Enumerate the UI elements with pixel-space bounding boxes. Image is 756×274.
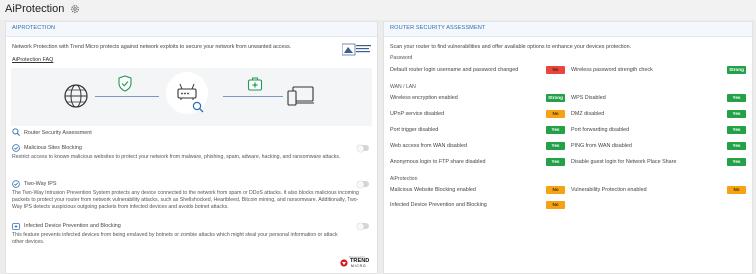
page-title: AiProtection (5, 3, 65, 15)
check-label: PING from WAN disabled (571, 143, 632, 149)
status-badge: No (546, 201, 565, 209)
section-title-aiprotection: AiProtection (390, 176, 418, 182)
shield-check-icon (12, 144, 20, 152)
section-title-password: Password (390, 55, 413, 61)
check-label: Malicious Website Blocking enabled (390, 187, 476, 193)
two-way-ips-toggle[interactable] (357, 180, 369, 188)
status-badge: Yes (546, 126, 565, 134)
status-badge: Yes (727, 94, 746, 102)
check-label: Disable guest login for Network Place Sh… (571, 159, 677, 165)
trend-micro-logo-icon (340, 259, 348, 267)
status-badge: Yes (727, 126, 746, 134)
feature-desc-two-way-ips: The Two-Way Intrusion Prevention System … (12, 190, 359, 210)
status-badge: No (727, 186, 746, 194)
check-label: Infected Device Prevention and Blocking (390, 202, 487, 208)
trend-micro-brand-sub: MICRO (351, 264, 367, 268)
infected-device-toggle[interactable] (357, 222, 369, 230)
status-badge: Yes (727, 142, 746, 150)
gear-icon[interactable] (70, 4, 80, 14)
medical-kit-icon (12, 223, 20, 230)
status-badge: Yes (546, 142, 565, 150)
aiprotection-header-text: AIPROTECTION (12, 25, 56, 31)
internet-globe-icon (64, 84, 88, 108)
status-badge: Strong (546, 94, 565, 102)
assessment-panel-header: ROUTER SECURITY ASSESSMENT (384, 22, 752, 37)
shield-check-icon (118, 75, 132, 92)
feature-desc-malicious-sites: Restrict access to known malicious websi… (12, 154, 341, 160)
check-label: Wireless encryption enabled (390, 95, 458, 101)
connection-line-left (95, 96, 159, 97)
status-badge: No (546, 186, 565, 194)
check-label: Anonymous login to FTP share disabled (390, 159, 486, 165)
aiprotection-faq-link[interactable]: AiProtection FAQ (12, 57, 53, 63)
search-icon (192, 101, 204, 113)
aiprotection-panel: AIPROTECTION Network Protection with Tre… (5, 21, 378, 274)
feature-title-infected-device: Infected Device Prevention and Blocking (24, 223, 121, 229)
router-security-assessment-panel: ROUTER SECURITY ASSESSMENT Scan your rou… (383, 21, 753, 274)
check-label: WPS Disabled (571, 95, 606, 101)
check-label: UPnP service disabled (390, 111, 445, 117)
check-label: Default router login username and passwo… (390, 67, 519, 73)
check-label: Wireless password strength check (571, 67, 653, 73)
status-badge: No (546, 66, 565, 74)
feature-title-malicious-sites: Malicious Sites Blocking (24, 145, 82, 151)
check-label: Port forwarding disabled (571, 127, 630, 133)
status-badge: No (546, 110, 565, 118)
assessment-search-icon (12, 128, 20, 136)
aiprotection-description: Network Protection with Trend Micro prot… (12, 44, 292, 50)
status-badge: Strong (727, 66, 746, 74)
check-label: Vulnerability Protection enabled (571, 187, 647, 193)
connection-line-right (223, 96, 283, 97)
assessment-header-text: ROUTER SECURITY ASSESSMENT (390, 25, 486, 31)
assessment-intro: Scan your router to find vulnerabilities… (390, 44, 632, 50)
shield-check-icon (12, 180, 20, 188)
devices-icon (287, 86, 314, 106)
medical-kit-icon (247, 77, 263, 91)
feature-title-two-way-ips: Two-Way IPS (24, 181, 57, 187)
check-label: DMZ disabled (571, 111, 605, 117)
trend-micro-protected-logo (342, 43, 371, 56)
status-badge: Yes (727, 158, 746, 166)
malicious-sites-toggle[interactable] (357, 144, 369, 152)
feature-desc-infected-device: This feature prevents infected devices f… (12, 232, 338, 245)
router-security-assessment-label[interactable]: Router Security Assessment (24, 130, 92, 136)
network-protection-diagram (11, 68, 372, 126)
page-header: AiProtection (0, 0, 756, 20)
check-label: Port trigger disabled (390, 127, 439, 133)
aiprotection-panel-header: AIPROTECTION (6, 22, 377, 37)
section-title-wan-lan: WAN / LAN (390, 84, 416, 90)
status-badge: Yes (546, 158, 565, 166)
check-label: Web access from WAN disabled (390, 143, 467, 149)
status-badge: Yes (727, 110, 746, 118)
